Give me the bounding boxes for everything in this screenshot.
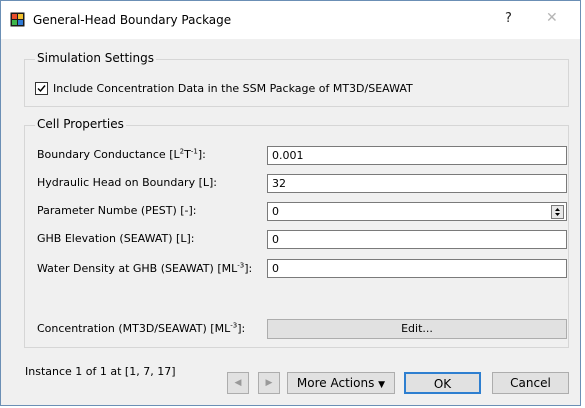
parameter-number-field[interactable]: 0: [267, 202, 567, 221]
parameter-number-label: Parameter Numbe (PEST) [-]:: [37, 204, 197, 217]
help-button[interactable]: ?: [505, 11, 512, 26]
simulation-settings-title: Simulation Settings: [35, 51, 156, 65]
instance-status: Instance 1 of 1 at [1, 7, 17]: [25, 365, 176, 378]
checkmark-icon: [37, 85, 46, 93]
next-button[interactable]: ▶: [258, 372, 280, 394]
boundary-conductance-field[interactable]: 0.001: [267, 146, 567, 165]
ghb-elevation-label: GHB Elevation (SEAWAT) [L]:: [37, 232, 195, 245]
dropdown-caret-icon: ▼: [378, 380, 386, 390]
cell-properties-title: Cell Properties: [35, 117, 126, 131]
app-cube-icon: [10, 12, 25, 27]
next-arrow-icon: ▶: [265, 378, 273, 388]
hydraulic-head-label: Hydraulic Head on Boundary [L]:: [37, 176, 218, 189]
previous-button[interactable]: ◀: [227, 372, 249, 394]
dialog-window: General-Head Boundary Package ? ✕ Simula…: [0, 0, 581, 406]
spinner-icon[interactable]: [551, 205, 564, 219]
ok-button[interactable]: OK: [404, 372, 481, 394]
more-actions-label: More Actions: [296, 376, 375, 390]
water-density-field[interactable]: 0: [267, 259, 567, 278]
parameter-number-value: 0: [272, 205, 279, 218]
boundary-conductance-label: Boundary Conductance [L2T-1]:: [37, 147, 206, 161]
water-density-label: Water Density at GHB (SEAWAT) [ML-3]:: [37, 261, 253, 275]
window-title: General-Head Boundary Package: [33, 13, 232, 27]
cancel-button[interactable]: Cancel: [492, 372, 569, 394]
ghb-elevation-field[interactable]: 0: [267, 230, 567, 249]
concentration-label: Concentration (MT3D/SEAWAT) [ML-3]:: [37, 321, 246, 335]
edit-concentration-button[interactable]: Edit...: [267, 319, 567, 339]
previous-arrow-icon: ◀: [234, 378, 242, 388]
more-actions-button[interactable]: More Actions ▼: [287, 372, 395, 394]
hydraulic-head-field[interactable]: 32: [267, 174, 567, 193]
close-button[interactable]: ✕: [546, 10, 558, 26]
include-concentration-label: Include Concentration Data in the SSM Pa…: [53, 82, 413, 95]
include-concentration-row[interactable]: Include Concentration Data in the SSM Pa…: [35, 82, 413, 95]
include-concentration-checkbox[interactable]: [35, 82, 48, 95]
title-bar: General-Head Boundary Package ? ✕: [1, 1, 580, 39]
